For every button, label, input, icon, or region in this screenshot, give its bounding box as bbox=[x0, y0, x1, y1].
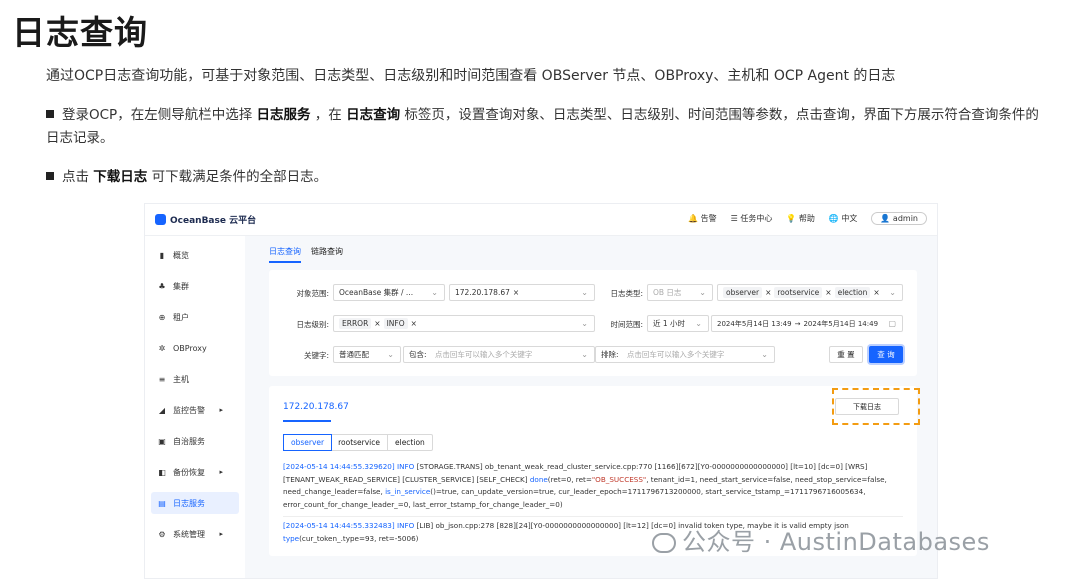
tab-election[interactable]: election bbox=[388, 435, 432, 450]
log-icon: ▤ bbox=[158, 498, 166, 508]
backup-icon: ◧ bbox=[158, 467, 166, 477]
host-tab-underline bbox=[283, 420, 331, 422]
alert-link[interactable]: 🔔 告警 bbox=[688, 213, 717, 224]
log-entry: [2024-05-14 14:44:55.329620] INFO [STORA… bbox=[283, 462, 887, 509]
download-log-button[interactable]: 下载日志 bbox=[835, 398, 899, 415]
chart-icon: ▮ bbox=[159, 250, 165, 260]
log-level-select[interactable]: ERROR × INFO × ⌄ bbox=[333, 315, 595, 332]
bullet-2: 点击 下载日志 可下载满足条件的全部日志。 bbox=[46, 166, 327, 189]
keyword-mode-select[interactable]: 普通匹配 ⌄ bbox=[333, 346, 401, 363]
calendar-icon: ▢ bbox=[888, 319, 896, 328]
query-button[interactable]: 查 询 bbox=[869, 346, 903, 363]
page: 日志查询 通过OCP日志查询功能，可基于对象范围、日志类型、日志级别和时间范围查… bbox=[0, 0, 1080, 582]
sidebar-item-log-service[interactable]: ▤ 日志服务 bbox=[151, 492, 239, 514]
help-link[interactable]: 💡 帮助 bbox=[786, 213, 815, 224]
oceanbase-logo-icon bbox=[155, 214, 166, 225]
monitor-icon: ◢ bbox=[158, 405, 166, 415]
sidebar-item-host[interactable]: ≡ 主机 bbox=[151, 368, 239, 390]
sidebar: ▮ 概览 ♣ 集群 ⊕ 租户 ✲ OBProxy ≡ 主机 ◢ 监控告警 ▸ ▣ 自治服务 ◧ 备… bbox=[145, 236, 245, 578]
tab-trace-query[interactable]: 链路查询 bbox=[311, 246, 343, 263]
tenant-icon: ⊕ bbox=[158, 312, 166, 322]
service-icon: ▣ bbox=[158, 436, 166, 446]
sidebar-item-overview[interactable]: ▮ 概览 bbox=[151, 244, 239, 266]
time-preset-select[interactable]: 近 1 小时 ⌄ bbox=[647, 315, 709, 332]
page-title: 日志查询 bbox=[12, 13, 148, 52]
host-icon: ≡ bbox=[158, 374, 166, 384]
watermark: 公众号 · AustinDatabases bbox=[652, 522, 990, 557]
scope-select[interactable]: OceanBase 集群 / ... ⌄ bbox=[333, 284, 445, 301]
sidebar-item-tenant[interactable]: ⊕ 租户 bbox=[151, 306, 239, 328]
sidebar-item-monitor[interactable]: ◢ 监控告警 ▸ bbox=[151, 399, 239, 421]
bullet-1: 登录OCP，在左侧导航栏中选择 日志服务 ，在 日志查询 标签页，设置查询对象、… bbox=[46, 107, 1039, 146]
settings-icon: ⚙ bbox=[158, 529, 166, 539]
log-group-select[interactable]: OB 日志 ⌄ bbox=[647, 284, 713, 301]
user-menu[interactable]: 👤 admin bbox=[871, 212, 927, 225]
time-range-picker[interactable]: 2024年5月14日 13:49 → 2024年5月14日 14:49 ▢ bbox=[711, 315, 903, 332]
log-divider bbox=[283, 516, 903, 517]
sidebar-item-system[interactable]: ⚙ 系统管理 ▸ bbox=[151, 523, 239, 545]
query-form: 对象范围: OceanBase 集群 / ... ⌄ 172.20.178.67 … bbox=[269, 270, 917, 376]
include-keyword-input[interactable]: 包含: 点击回车可以输入多个关键字 ⌄ bbox=[403, 346, 595, 363]
sidebar-item-autonomy[interactable]: ▣ 自治服务 bbox=[151, 430, 239, 452]
wechat-icon bbox=[652, 533, 676, 553]
host-select[interactable]: 172.20.178.67 × ⌄ bbox=[449, 284, 595, 301]
log-type-select[interactable]: observer × rootservice × election × ⌄ bbox=[717, 284, 903, 301]
tab-log-query[interactable]: 日志查询 bbox=[269, 246, 301, 263]
cluster-icon: ♣ bbox=[158, 281, 166, 291]
brand-logo[interactable]: OceanBase 云平台 bbox=[155, 213, 256, 226]
expand-icon: ▸ bbox=[219, 406, 223, 414]
proxy-icon: ✲ bbox=[158, 343, 166, 353]
exclude-keyword-input[interactable]: 排除: 点击回车可以输入多个关键字 ⌄ bbox=[595, 346, 775, 363]
language-switch[interactable]: 🌐 中文 bbox=[829, 213, 858, 224]
sidebar-item-cluster[interactable]: ♣ 集群 bbox=[151, 275, 239, 297]
intro-text: 通过OCP日志查询功能，可基于对象范围、日志类型、日志级别和时间范围查看 OBS… bbox=[46, 68, 896, 84]
sidebar-item-backup[interactable]: ◧ 备份恢复 ▸ bbox=[151, 461, 239, 483]
sidebar-item-obproxy[interactable]: ✲ OBProxy bbox=[151, 337, 239, 359]
scope-label: 对象范围: bbox=[296, 289, 329, 298]
keyword-label: 关键字: bbox=[303, 351, 329, 360]
log-level-label: 日志级别: bbox=[296, 320, 329, 329]
tasks-link[interactable]: ☰ 任务中心 bbox=[731, 213, 773, 224]
log-type-label: 日志类型: bbox=[610, 289, 643, 298]
log-type-tabs: observer rootservice election bbox=[283, 434, 433, 451]
tab-observer[interactable]: observer bbox=[283, 434, 333, 451]
top-bar: OceanBase 云平台 🔔 告警 ☰ 任务中心 💡 帮助 🌐 中文 👤 ad… bbox=[145, 204, 937, 236]
tab-rootservice[interactable]: rootservice bbox=[331, 435, 388, 450]
expand-icon: ▸ bbox=[219, 468, 223, 476]
host-tab[interactable]: 172.20.178.67 bbox=[283, 402, 349, 412]
reset-button[interactable]: 重 置 bbox=[829, 346, 863, 363]
time-range-label: 时间范围: bbox=[610, 320, 643, 329]
expand-icon: ▸ bbox=[219, 530, 223, 538]
